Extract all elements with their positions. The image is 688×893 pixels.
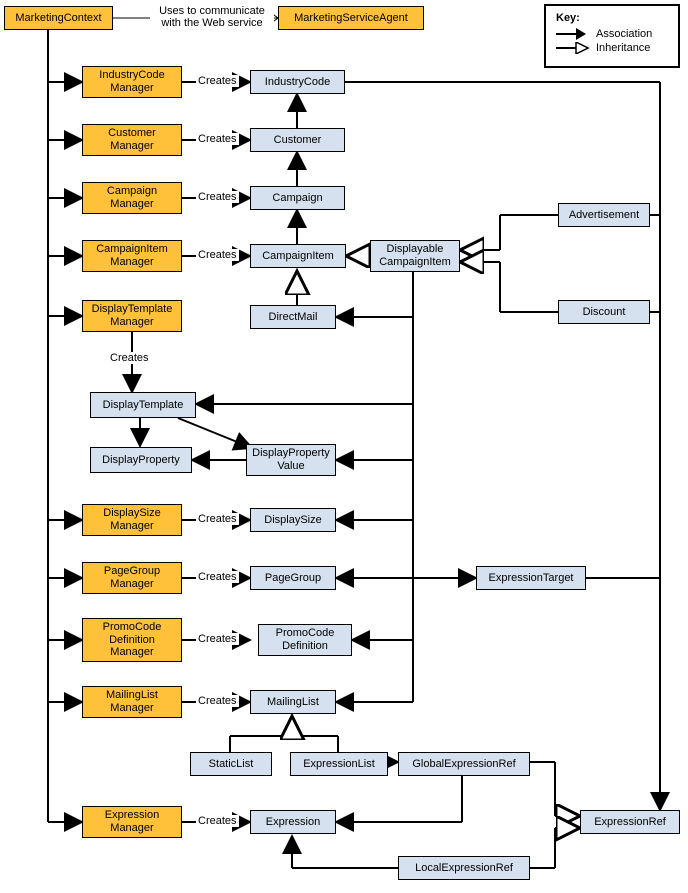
key-title: Key:: [556, 12, 668, 24]
creates-label: Creates: [196, 633, 239, 645]
creates-label: Creates: [196, 133, 239, 145]
key-assoc-label: Association: [596, 28, 652, 40]
node-pagegroup: PageGroup: [250, 566, 336, 590]
node-localexpressionref: LocalExpressionRef: [398, 856, 530, 880]
node-displaytemplate: DisplayTemplate: [90, 392, 196, 418]
uses-label: Uses to communicatewith the Web service: [150, 5, 274, 29]
creates-label: Creates: [108, 352, 151, 364]
node-industrycode-manager: IndustryCodeManager: [82, 66, 182, 98]
node-displaysize-manager: DisplaySizeManager: [82, 504, 182, 536]
node-customer: Customer: [250, 128, 345, 152]
node-displayable-campaignitem: DisplayableCampaignItem: [370, 240, 460, 272]
key-inh-label: Inheritance: [596, 42, 650, 54]
node-displaysize: DisplaySize: [250, 508, 336, 532]
node-staticlist: StaticList: [190, 752, 272, 776]
node-marketing-service-agent: MarketingServiceAgent: [278, 6, 424, 30]
node-expression-manager: ExpressionManager: [82, 806, 182, 838]
node-promocodedef: PromoCodeDefinition: [258, 624, 352, 656]
node-customer-manager: CustomerManager: [82, 124, 182, 156]
key-legend: Key: Association Inheritance: [544, 4, 680, 68]
node-mailinglist: MailingList: [250, 690, 336, 714]
node-promocodedef-manager: PromoCodeDefinitionManager: [82, 618, 182, 662]
node-industrycode: IndustryCode: [250, 70, 345, 94]
creates-label: Creates: [196, 191, 239, 203]
node-expression: Expression: [250, 810, 336, 834]
node-advertisement: Advertisement: [558, 203, 650, 227]
node-displayproperty: DisplayProperty: [90, 447, 192, 473]
creates-label: Creates: [196, 513, 239, 525]
creates-label: Creates: [196, 571, 239, 583]
node-campaign: Campaign: [250, 186, 345, 210]
creates-label: Creates: [196, 249, 239, 261]
node-mailinglist-manager: MailingListManager: [82, 686, 182, 718]
creates-label: Creates: [196, 815, 239, 827]
node-directmail: DirectMail: [250, 305, 336, 329]
node-expressionref: ExpressionRef: [580, 810, 680, 834]
creates-label: Creates: [196, 75, 239, 87]
creates-label: Creates: [196, 695, 239, 707]
node-displaypropertyvalue: DisplayPropertyValue: [246, 444, 336, 476]
node-pagegroup-manager: PageGroupManager: [82, 562, 182, 594]
node-discount: Discount: [558, 300, 650, 324]
node-marketing-context: MarketingContext: [4, 6, 113, 30]
node-displaytemplate-manager: DisplayTemplateManager: [82, 300, 182, 332]
node-campaign-manager: CampaignManager: [82, 182, 182, 214]
node-campaignitem: CampaignItem: [250, 244, 346, 268]
node-expressionlist: ExpressionList: [290, 752, 388, 776]
node-campaignitem-manager: CampaignItemManager: [82, 240, 182, 272]
node-globalexpressionref: GlobalExpressionRef: [398, 752, 530, 776]
node-expressiontarget: ExpressionTarget: [476, 566, 586, 590]
